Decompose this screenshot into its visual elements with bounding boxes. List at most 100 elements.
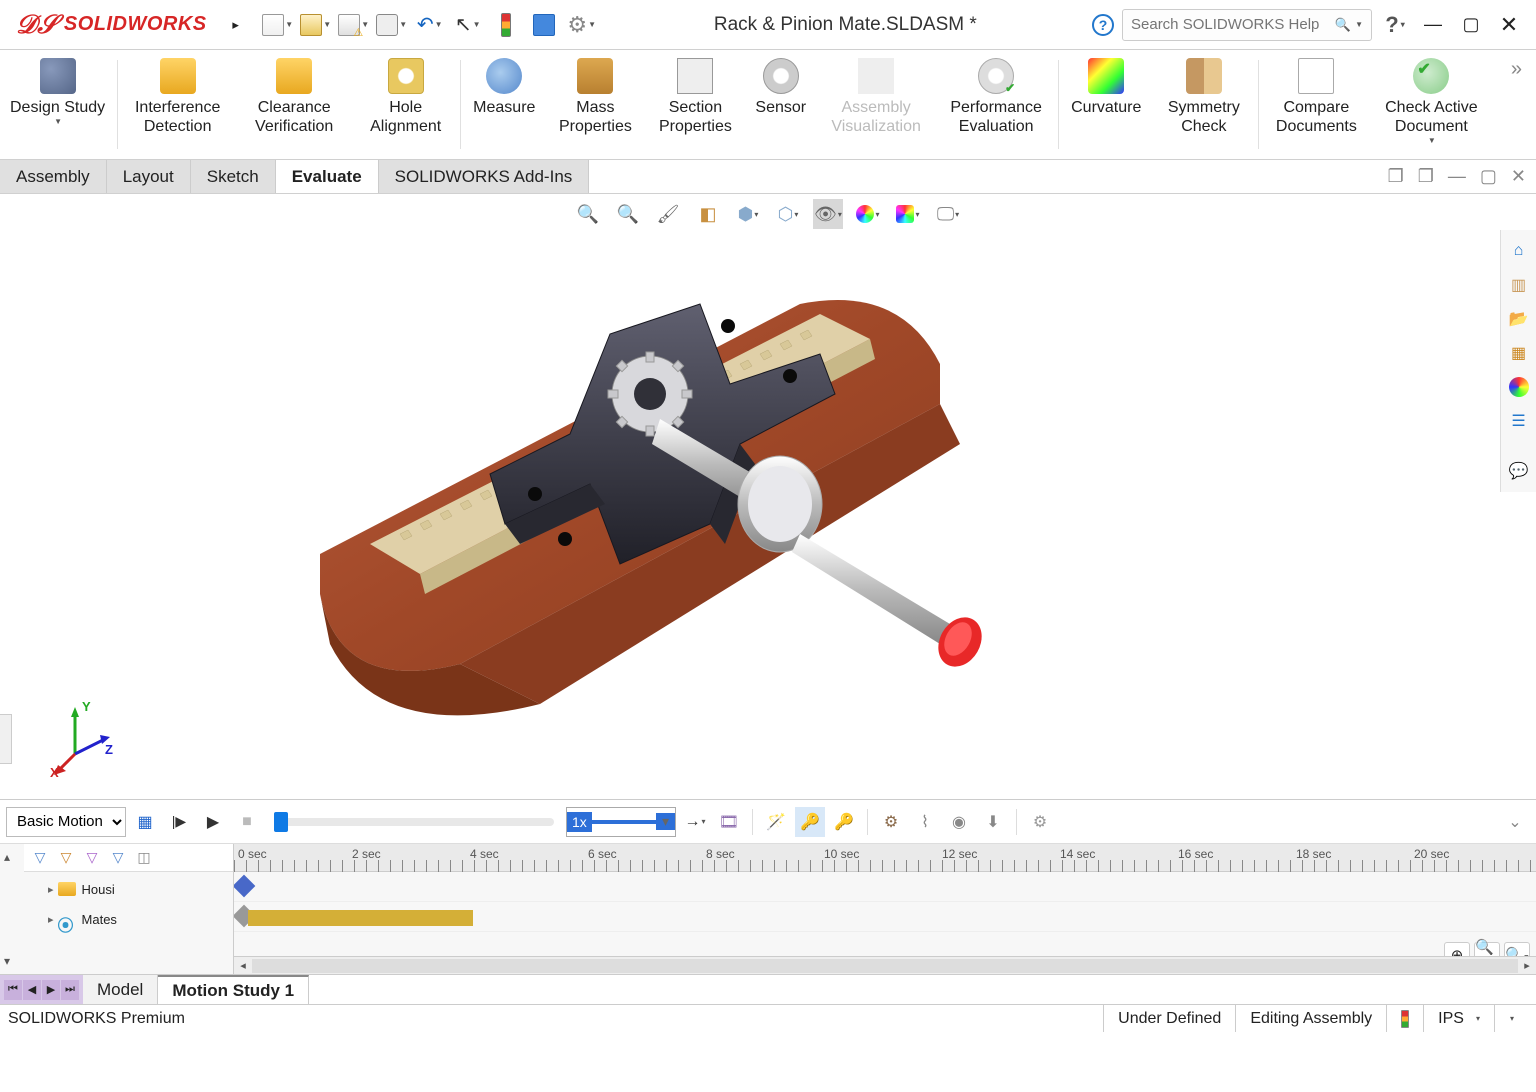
motor-button[interactable]: ⚙ — [876, 807, 906, 837]
expand-icon[interactable]: ▸ — [48, 883, 54, 896]
stop-button[interactable]: ■ — [232, 807, 262, 837]
search-box[interactable]: 🔍 ▼ — [1122, 9, 1372, 41]
help-menu-button[interactable]: ?▾ — [1380, 10, 1410, 40]
search-icon[interactable]: 🔍 — [1335, 17, 1351, 33]
search-input[interactable] — [1131, 16, 1335, 33]
tab-layout[interactable]: Layout — [107, 160, 191, 193]
ribbon-design-study[interactable]: Design Study▼ — [0, 50, 115, 159]
viewport-layout-1[interactable]: ❐ — [1384, 164, 1408, 189]
contact-button[interactable]: ◉ — [944, 807, 974, 837]
zoom-area-button[interactable]: 🔍 — [613, 199, 643, 229]
rebuild-all-button[interactable] — [527, 8, 561, 42]
zoom-to-fit-button[interactable]: 🔍 — [573, 199, 603, 229]
edit-appearance-button[interactable]: ▾ — [853, 199, 883, 229]
ribbon-section-properties[interactable]: Section Properties — [645, 50, 745, 159]
viewport-maximize[interactable]: ▢ — [1476, 164, 1501, 189]
maximize-button[interactable]: ▢ — [1456, 10, 1486, 40]
ribbon-curvature[interactable]: Curvature — [1061, 50, 1151, 159]
calculate-button[interactable]: ▦ — [130, 807, 160, 837]
animation-wizard-button[interactable]: 🪄 — [761, 807, 791, 837]
status-extra[interactable]: ▾ — [1494, 1005, 1528, 1032]
tree-row-housing[interactable]: ▸ Housi — [28, 874, 229, 904]
close-button[interactable]: ✕ — [1494, 10, 1524, 40]
track-row-mates[interactable] — [234, 902, 1536, 932]
scroll-right[interactable]: ▸ — [1518, 959, 1536, 972]
ribbon-symmetry-check[interactable]: Symmetry Check — [1151, 50, 1256, 159]
tab-next[interactable]: ▶ — [42, 980, 60, 1000]
taskpane-resources[interactable]: ▥ — [1504, 270, 1534, 300]
study-type-select[interactable]: Basic Motion — [6, 807, 126, 837]
tab-assembly[interactable]: Assembly — [0, 160, 107, 193]
taskpane-appearances[interactable] — [1504, 372, 1534, 402]
ribbon-compare-documents[interactable]: Compare Documents — [1261, 50, 1371, 159]
track-row-housing[interactable] — [234, 872, 1536, 902]
time-ruler[interactable]: 0 sec 2 sec 4 sec 6 sec 8 sec 10 sec 12 … — [234, 844, 1536, 872]
graphics-viewport[interactable]: Y Z X — [0, 234, 1536, 799]
ribbon-check-active-document[interactable]: Check Active Document▼ — [1371, 50, 1491, 159]
gravity-button[interactable]: ⬇ — [978, 807, 1008, 837]
panel-collapse-handle[interactable] — [0, 714, 12, 764]
filter-driving[interactable]: ▽ — [54, 846, 78, 870]
options-button[interactable]: ⚙▼ — [565, 8, 599, 42]
taskpane-home[interactable]: ⌂ — [1504, 236, 1534, 266]
playback-speed[interactable]: 1x▾ — [566, 807, 676, 837]
spring-button[interactable]: ⌇ — [910, 807, 940, 837]
tab-addins[interactable]: SOLIDWORKS Add-Ins — [379, 160, 590, 193]
viewport-close[interactable]: ✕ — [1507, 164, 1530, 189]
help-icon[interactable]: ? — [1092, 14, 1114, 36]
bottom-tab-model[interactable]: Model — [83, 975, 158, 1004]
viewport-layout-2[interactable]: ❐ — [1414, 164, 1438, 189]
play-from-start-button[interactable]: |▶ — [164, 807, 194, 837]
tree-scroll-up[interactable]: ▴ — [4, 850, 24, 864]
playback-direction-button[interactable]: →▾ — [680, 807, 710, 837]
ribbon-interference-detection[interactable]: Interference Detection — [120, 50, 235, 159]
orientation-triad[interactable]: Y Z X — [50, 699, 120, 779]
tab-sketch[interactable]: Sketch — [191, 160, 276, 193]
ribbon-sensor[interactable]: Sensor — [745, 50, 816, 159]
timeline-scrollbar[interactable]: ◂ ▸ — [234, 956, 1536, 974]
tree-scroll-down[interactable]: ▾ — [4, 954, 24, 968]
play-button[interactable]: ▶ — [198, 807, 228, 837]
minimize-button[interactable]: — — [1418, 10, 1448, 40]
autokey-button[interactable]: 🔑 — [795, 807, 825, 837]
motion-study-properties-button[interactable]: ⚙ — [1025, 807, 1055, 837]
bottom-tab-motion-study[interactable]: Motion Study 1 — [158, 975, 309, 1004]
undo-button[interactable]: ↶▼ — [413, 8, 447, 42]
print-button[interactable]: ▼ — [375, 8, 409, 42]
open-button[interactable]: ▼ — [299, 8, 333, 42]
tab-last[interactable]: ⏭ — [61, 980, 79, 1000]
collapse-motion-panel[interactable]: ⌄ — [1500, 807, 1530, 837]
tab-prev[interactable]: ◀ — [23, 980, 41, 1000]
taskpane-custom-properties[interactable]: ☰ — [1504, 406, 1534, 436]
scroll-left[interactable]: ◂ — [234, 959, 252, 972]
ribbon-overflow[interactable]: » — [1497, 50, 1536, 159]
status-units[interactable]: IPS▾ — [1423, 1005, 1494, 1032]
status-rebuild-indicator[interactable] — [1386, 1005, 1423, 1032]
menu-dropdown[interactable]: ▸ — [219, 8, 253, 42]
ribbon-mass-properties[interactable]: Mass Properties — [545, 50, 645, 159]
expand-icon[interactable]: ▸ — [48, 913, 54, 926]
add-key-button[interactable]: 🔑 — [829, 807, 859, 837]
timeline-slider[interactable] — [274, 818, 554, 826]
new-document-button[interactable]: ▼ — [261, 8, 295, 42]
keyframe-diamond[interactable] — [234, 875, 255, 898]
previous-view-button[interactable]: 🖌 — [653, 199, 683, 229]
ribbon-performance-evaluation[interactable]: Performance Evaluation — [936, 50, 1056, 159]
view-orientation-button[interactable]: ⬢▾ — [733, 199, 763, 229]
tab-evaluate[interactable]: Evaluate — [276, 160, 379, 193]
viewport-minimize[interactable]: — — [1444, 164, 1470, 189]
save-animation-button[interactable]: 🎞 — [714, 807, 744, 837]
filter-selected[interactable]: ▽ — [80, 846, 104, 870]
apply-scene-button[interactable]: ▾ — [893, 199, 923, 229]
filter-animated[interactable]: ▽ — [28, 846, 52, 870]
ribbon-measure[interactable]: Measure — [463, 50, 545, 159]
taskpane-forum[interactable]: 💬 — [1504, 456, 1534, 486]
display-style-button[interactable]: ⬡▾ — [773, 199, 803, 229]
taskpane-file-explorer[interactable]: 📂 — [1504, 304, 1534, 334]
select-button[interactable]: ↖▼ — [451, 8, 485, 42]
filter-results[interactable]: ▽ — [106, 846, 130, 870]
tab-first[interactable]: ⏮ — [4, 980, 22, 1000]
view-settings-button[interactable]: 🖵▾ — [933, 199, 963, 229]
section-view-button[interactable]: ◧ — [693, 199, 723, 229]
ribbon-clearance-verification[interactable]: Clearance Verification — [235, 50, 353, 159]
